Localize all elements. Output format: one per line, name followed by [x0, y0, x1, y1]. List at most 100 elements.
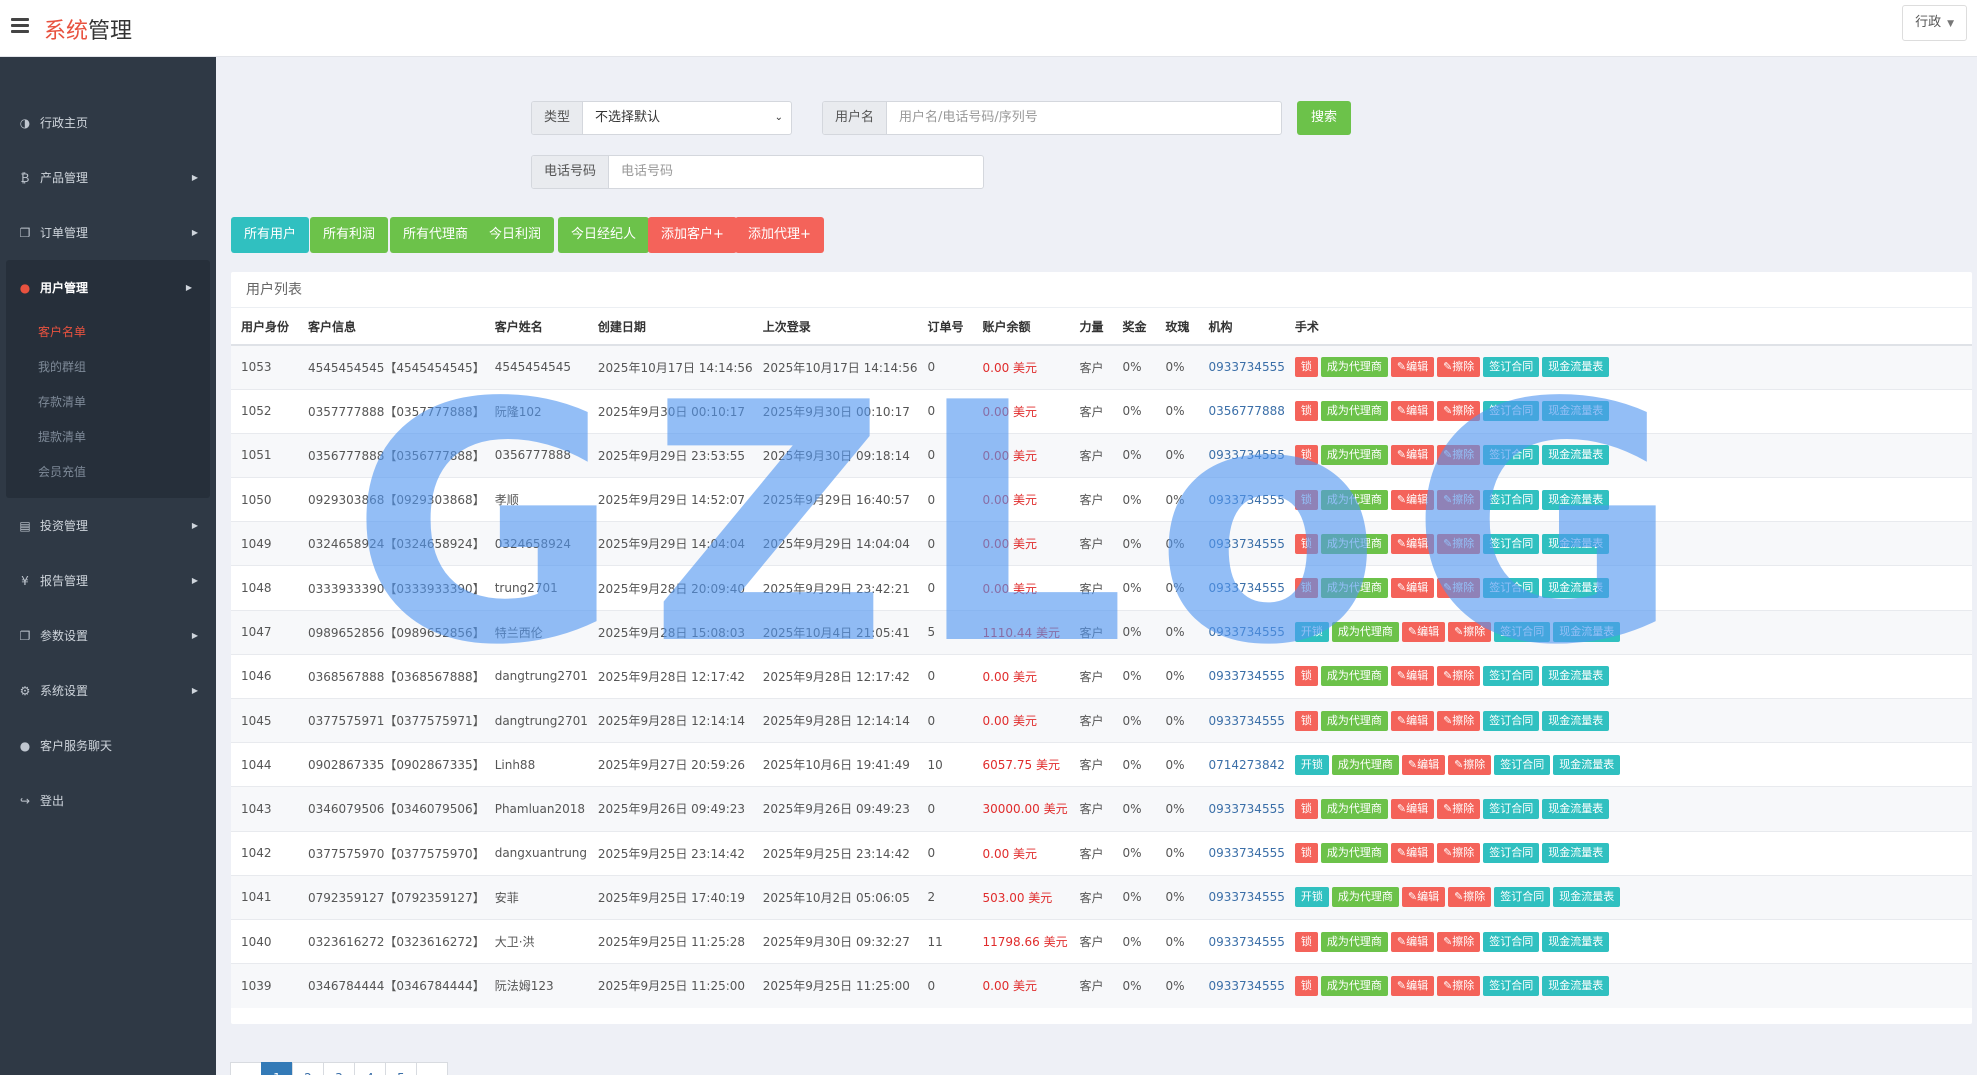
edit-button[interactable]: ✎编辑 — [1390, 710, 1435, 731]
organization-link[interactable]: 0356777888 — [1209, 404, 1285, 418]
sidebar-item-parameters[interactable]: ❐ 参数设置 ▶ — [0, 608, 216, 663]
edit-button[interactable]: ✎编辑 — [1390, 578, 1435, 599]
make-agent-button[interactable]: 成为代理商 — [1320, 489, 1388, 510]
make-agent-button[interactable]: 成为代理商 — [1320, 357, 1388, 378]
sidebar-subitem[interactable]: 存款清单 — [6, 385, 210, 420]
cash-flow-button[interactable]: 现金流量表 — [1542, 578, 1610, 599]
edit-button[interactable]: ✎编辑 — [1401, 754, 1446, 775]
lock-button[interactable]: 锁 — [1294, 489, 1318, 510]
delete-button[interactable]: ✎擦除 — [1437, 533, 1481, 554]
edit-button[interactable]: ✎编辑 — [1390, 489, 1435, 510]
edit-button[interactable]: ✎编辑 — [1390, 843, 1435, 864]
all-agents-button[interactable]: 所有代理商 — [390, 217, 482, 253]
sign-contract-button[interactable]: 签订合同 — [1483, 666, 1540, 687]
sidebar-item-system-settings[interactable]: ⚙ 系统设置 ▶ — [0, 663, 216, 718]
organization-link[interactable]: 0933734555 — [1209, 493, 1285, 507]
cash-flow-button[interactable]: 现金流量表 — [1542, 533, 1610, 554]
unlock-button[interactable]: 开锁 — [1294, 622, 1329, 643]
today-broker-button[interactable]: 今日经纪人 — [558, 217, 650, 253]
lock-button[interactable]: 锁 — [1294, 666, 1318, 687]
sign-contract-button[interactable]: 签订合同 — [1483, 578, 1540, 599]
make-agent-button[interactable]: 成为代理商 — [1320, 975, 1388, 996]
sidebar-item-investments[interactable]: ▤ 投资管理 ▶ — [0, 498, 216, 553]
delete-button[interactable]: ✎擦除 — [1437, 710, 1481, 731]
organization-link[interactable]: 0714273842 — [1209, 758, 1285, 772]
organization-link[interactable]: 0933734555 — [1209, 846, 1285, 860]
make-agent-button[interactable]: 成为代理商 — [1331, 754, 1399, 775]
cash-flow-button[interactable]: 现金流量表 — [1542, 445, 1610, 466]
lock-button[interactable]: 锁 — [1294, 710, 1318, 731]
delete-button[interactable]: ✎擦除 — [1437, 843, 1481, 864]
cash-flow-button[interactable]: 现金流量表 — [1542, 666, 1610, 687]
next-page-button[interactable]: » — [416, 1062, 448, 1075]
lock-button[interactable]: 锁 — [1294, 843, 1318, 864]
sign-contract-button[interactable]: 签订合同 — [1483, 533, 1540, 554]
page-button[interactable]: 5 — [385, 1062, 417, 1075]
sidebar-item-orders[interactable]: ❐ 订单管理 ▶ — [0, 205, 216, 260]
menu-toggle-icon[interactable] — [11, 18, 29, 34]
phone-input[interactable]: 电话号码 — [609, 156, 983, 188]
lock-button[interactable]: 锁 — [1294, 975, 1318, 996]
cash-flow-button[interactable]: 现金流量表 — [1542, 710, 1610, 731]
lock-button[interactable]: 锁 — [1294, 445, 1318, 466]
sidebar-item-users[interactable]: ● 用户管理 ▶ — [6, 260, 210, 315]
edit-button[interactable]: ✎编辑 — [1390, 357, 1435, 378]
sign-contract-button[interactable]: 签订合同 — [1494, 622, 1551, 643]
all-users-button[interactable]: 所有用户 — [231, 217, 310, 253]
cash-flow-button[interactable]: 现金流量表 — [1542, 357, 1610, 378]
make-agent-button[interactable]: 成为代理商 — [1320, 401, 1388, 422]
delete-button[interactable]: ✎擦除 — [1437, 489, 1481, 510]
lock-button[interactable]: 锁 — [1294, 357, 1318, 378]
delete-button[interactable]: ✎擦除 — [1437, 931, 1481, 952]
sign-contract-button[interactable]: 签订合同 — [1494, 754, 1551, 775]
cash-flow-button[interactable]: 现金流量表 — [1542, 401, 1610, 422]
sidebar-item-chat[interactable]: ● 客户服务聊天 — [0, 718, 216, 773]
organization-link[interactable]: 0933734555 — [1209, 979, 1285, 993]
cash-flow-button[interactable]: 现金流量表 — [1542, 843, 1610, 864]
user-menu-dropdown[interactable]: 行政 ▼ — [1902, 5, 1967, 41]
delete-button[interactable]: ✎擦除 — [1448, 887, 1492, 908]
organization-link[interactable]: 0933734555 — [1209, 935, 1285, 949]
delete-button[interactable]: ✎擦除 — [1448, 754, 1492, 775]
page-button[interactable]: 2 — [292, 1062, 324, 1075]
sidebar-subitem[interactable]: 客户名单 — [6, 315, 210, 350]
edit-button[interactable]: ✎编辑 — [1390, 533, 1435, 554]
make-agent-button[interactable]: 成为代理商 — [1320, 533, 1388, 554]
unlock-button[interactable]: 开锁 — [1294, 754, 1329, 775]
lock-button[interactable]: 锁 — [1294, 401, 1318, 422]
sidebar-item-reports[interactable]: ¥ 报告管理 ▶ — [0, 553, 216, 608]
lock-button[interactable]: 锁 — [1294, 533, 1318, 554]
organization-link[interactable]: 0933734555 — [1209, 890, 1285, 904]
page-button[interactable]: 3 — [323, 1062, 355, 1075]
sign-contract-button[interactable]: 签订合同 — [1483, 843, 1540, 864]
sidebar-item-dashboard[interactable]: ◑ 行政主页 — [0, 95, 216, 150]
sign-contract-button[interactable]: 签订合同 — [1483, 401, 1540, 422]
make-agent-button[interactable]: 成为代理商 — [1320, 798, 1388, 819]
make-agent-button[interactable]: 成为代理商 — [1320, 666, 1388, 687]
sign-contract-button[interactable]: 签订合同 — [1483, 357, 1540, 378]
make-agent-button[interactable]: 成为代理商 — [1320, 710, 1388, 731]
prev-page-button[interactable]: « — [230, 1062, 262, 1075]
type-select[interactable]: 不选择默认 ⌄ — [583, 102, 791, 134]
username-input[interactable]: 用户名/电话号码/序列号 — [887, 102, 1281, 134]
delete-button[interactable]: ✎擦除 — [1437, 445, 1481, 466]
add-customer-button[interactable]: 添加客户+ — [648, 217, 737, 253]
cash-flow-button[interactable]: 现金流量表 — [1542, 975, 1610, 996]
edit-button[interactable]: ✎编辑 — [1401, 622, 1446, 643]
make-agent-button[interactable]: 成为代理商 — [1331, 622, 1399, 643]
delete-button[interactable]: ✎擦除 — [1437, 666, 1481, 687]
sign-contract-button[interactable]: 签订合同 — [1483, 975, 1540, 996]
lock-button[interactable]: 锁 — [1294, 798, 1318, 819]
add-agent-button[interactable]: 添加代理+ — [735, 217, 824, 253]
page-button[interactable]: 4 — [354, 1062, 386, 1075]
delete-button[interactable]: ✎擦除 — [1437, 798, 1481, 819]
cash-flow-button[interactable]: 现金流量表 — [1553, 887, 1621, 908]
sidebar-item-logout[interactable]: ↪ 登出 — [0, 773, 216, 828]
sidebar-subitem[interactable]: 我的群组 — [6, 350, 210, 385]
cash-flow-button[interactable]: 现金流量表 — [1542, 489, 1610, 510]
organization-link[interactable]: 0933734555 — [1209, 360, 1285, 374]
lock-button[interactable]: 锁 — [1294, 578, 1318, 599]
delete-button[interactable]: ✎擦除 — [1437, 357, 1481, 378]
delete-button[interactable]: ✎擦除 — [1448, 622, 1492, 643]
sign-contract-button[interactable]: 签订合同 — [1494, 887, 1551, 908]
